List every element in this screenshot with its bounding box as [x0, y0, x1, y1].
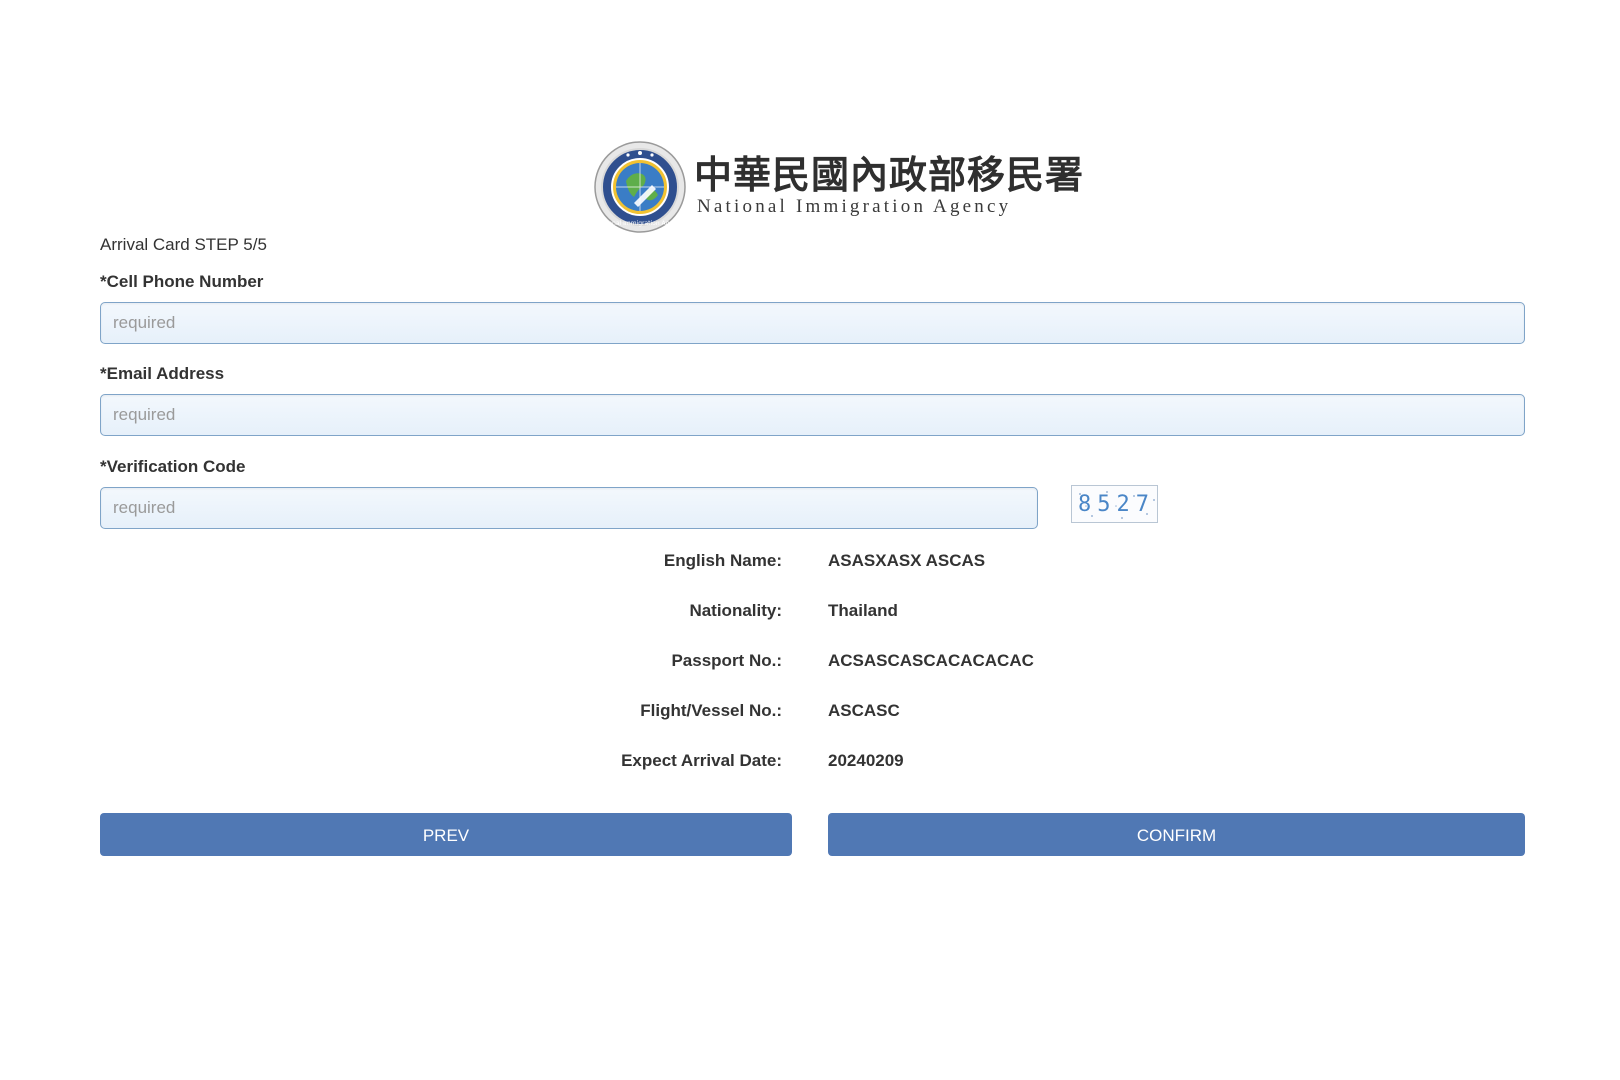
- captcha-code: 8527: [1078, 492, 1155, 517]
- summary-value: Thailand: [828, 601, 898, 620]
- summary-key: Nationality:: [689, 601, 782, 620]
- summary-value: ASASXASX ASCAS: [828, 551, 986, 570]
- summary-key: Expect Arrival Date:: [621, 751, 782, 770]
- summary-row: Nationality: Thailand: [0, 601, 1620, 625]
- prev-button[interactable]: PREV: [100, 813, 792, 856]
- agency-name-english: National Immigration Agency: [697, 196, 1012, 217]
- summary-row: Flight/Vessel No.: ASCASC: [0, 701, 1620, 725]
- summary-row: Passport No.: ACSASCASCACACACAC: [0, 651, 1620, 675]
- summary-key: Flight/Vessel No.:: [640, 701, 782, 720]
- summary-row: English Name: ASASXASX ASCAS: [0, 551, 1620, 575]
- confirm-button[interactable]: CONFIRM: [828, 813, 1525, 856]
- cell-phone-label: *Cell Phone Number: [100, 272, 264, 291]
- seal-ring-text: National Immigration Agency: [596, 220, 684, 227]
- summary-value: ACSASCASCACACACAC: [828, 651, 1034, 670]
- step-indicator: Arrival Card STEP 5/5: [100, 235, 267, 254]
- summary-row: Expect Arrival Date: 20240209: [0, 751, 1620, 775]
- agency-name-chinese: 中華民國內政部移民署: [694, 152, 1085, 197]
- agency-seal-logo: National Immigration Agency: [594, 141, 686, 233]
- email-label: *Email Address: [100, 364, 225, 383]
- cell-phone-input[interactable]: [100, 302, 1525, 344]
- arrival-card-page: National Immigration Agency 中華民國內政部移民署 N…: [0, 0, 1620, 1080]
- verification-code-label: *Verification Code: [100, 457, 246, 476]
- summary-key: English Name:: [663, 551, 782, 570]
- email-input[interactable]: [100, 394, 1525, 436]
- summary-value: 20240209: [828, 751, 904, 770]
- verification-code-input[interactable]: [100, 487, 1038, 529]
- captcha-image[interactable]: 8527: [1071, 485, 1158, 523]
- summary-key: Passport No.:: [671, 651, 782, 670]
- agency-header: National Immigration Agency 中華民國內政部移民署 N…: [594, 138, 1083, 234]
- summary-value: ASCASC: [828, 701, 900, 720]
